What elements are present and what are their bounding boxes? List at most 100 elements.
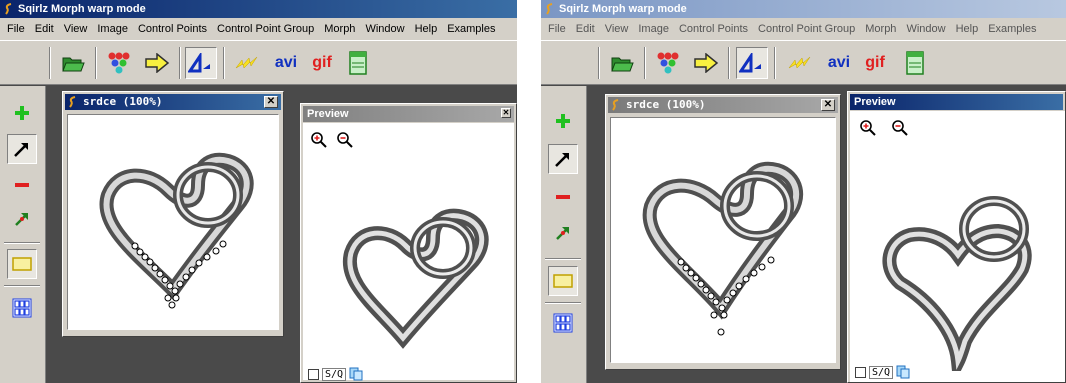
select-button[interactable] [7,134,37,164]
control-point[interactable] [136,248,144,256]
control-point[interactable] [718,304,726,312]
flash-button[interactable] [785,47,817,79]
menu-window[interactable]: Window [360,23,409,35]
control-point[interactable] [697,280,705,288]
control-point[interactable] [712,298,720,306]
control-point[interactable] [687,269,695,277]
control-point[interactable] [203,253,211,261]
menu-window[interactable]: Window [901,23,950,35]
menu-help[interactable]: Help [951,23,984,35]
control-point[interactable] [195,259,203,267]
control-point[interactable] [176,280,184,288]
next-button[interactable] [690,47,722,79]
next-button[interactable] [141,47,173,79]
rectangle-button[interactable] [548,266,578,296]
image-window-close-button[interactable]: ✕ [821,99,835,111]
menu-control-point-group[interactable]: Control Point Group [212,23,319,35]
menu-file[interactable]: File [2,23,30,35]
control-point[interactable] [717,328,725,336]
control-point[interactable] [172,294,180,302]
menu-morph[interactable]: Morph [319,23,360,35]
menu-morph[interactable]: Morph [860,23,901,35]
menu-control-points[interactable]: Control Points [674,23,753,35]
window-button[interactable] [899,47,931,79]
move-point-button[interactable] [548,218,578,248]
select-button[interactable] [548,144,578,174]
control-point[interactable] [750,269,758,277]
control-point[interactable] [219,240,227,248]
menu-edit[interactable]: Edit [30,23,59,35]
copy-icon[interactable] [896,365,910,379]
control-point[interactable] [710,311,718,319]
flash-button[interactable] [232,47,264,79]
menu-edit[interactable]: Edit [571,23,600,35]
window-button[interactable] [342,47,374,79]
control-point[interactable] [151,264,159,272]
image-window-close-button[interactable]: ✕ [264,96,278,108]
control-point[interactable] [161,276,169,284]
control-point[interactable] [692,274,700,282]
add-point-button[interactable] [7,98,37,128]
control-points-button[interactable] [103,47,135,79]
grid-button[interactable] [7,293,37,323]
control-points-button[interactable] [652,47,684,79]
preview-close-button[interactable]: ✕ [501,108,511,118]
avi-button[interactable]: avi [270,47,302,79]
menu-examples[interactable]: Examples [983,23,1041,35]
control-point[interactable] [682,264,690,272]
image-canvas[interactable] [610,117,836,363]
menu-view[interactable]: View [600,23,634,35]
control-point[interactable] [758,263,766,271]
warp-mode-button[interactable] [185,47,217,79]
sq-toggle: S/Q [308,367,363,381]
menu-image[interactable]: Image [92,23,133,35]
control-point[interactable] [168,301,176,309]
zoom-out-icon[interactable] [891,119,909,137]
menu-view[interactable]: View [59,23,93,35]
control-point[interactable] [735,282,743,290]
control-point[interactable] [729,289,737,297]
image-canvas[interactable] [67,114,279,330]
menu-control-points[interactable]: Control Points [133,23,212,35]
control-point[interactable] [141,253,149,261]
control-point[interactable] [677,258,685,266]
control-point[interactable] [742,275,750,283]
grid-button[interactable] [548,308,578,338]
control-point[interactable] [171,287,179,295]
copy-icon[interactable] [349,367,363,381]
menu-file[interactable]: File [543,23,571,35]
control-point[interactable] [156,270,164,278]
zoom-in-icon[interactable] [859,119,877,137]
control-point[interactable] [182,273,190,281]
control-point[interactable] [164,294,172,302]
zoom-in-icon[interactable] [310,131,328,149]
move-point-button[interactable] [7,204,37,234]
menu-help[interactable]: Help [410,23,443,35]
control-point[interactable] [188,266,196,274]
control-point[interactable] [707,292,715,300]
gif-button[interactable]: gif [306,47,338,79]
sq-checkbox[interactable] [855,366,866,378]
control-point[interactable] [723,296,731,304]
open-button[interactable] [606,47,638,79]
gif-button[interactable]: gif [859,47,891,79]
sq-checkbox[interactable] [308,368,319,380]
control-point[interactable] [212,247,220,255]
control-point[interactable] [767,256,775,264]
remove-point-button[interactable] [7,170,37,200]
control-point[interactable] [720,311,728,319]
menu-control-point-group[interactable]: Control Point Group [753,23,860,35]
remove-point-button[interactable] [548,182,578,212]
warp-mode-button[interactable] [736,47,768,79]
control-point[interactable] [131,242,139,250]
menu-image[interactable]: Image [633,23,674,35]
open-button[interactable] [57,47,89,79]
zoom-out-icon[interactable] [336,131,354,149]
menu-examples[interactable]: Examples [442,23,500,35]
control-point[interactable] [702,286,710,294]
add-point-button[interactable] [548,106,578,136]
avi-button[interactable]: avi [823,47,855,79]
control-point[interactable] [146,258,154,266]
rectangle-button[interactable] [7,249,37,279]
control-point[interactable] [166,282,174,290]
